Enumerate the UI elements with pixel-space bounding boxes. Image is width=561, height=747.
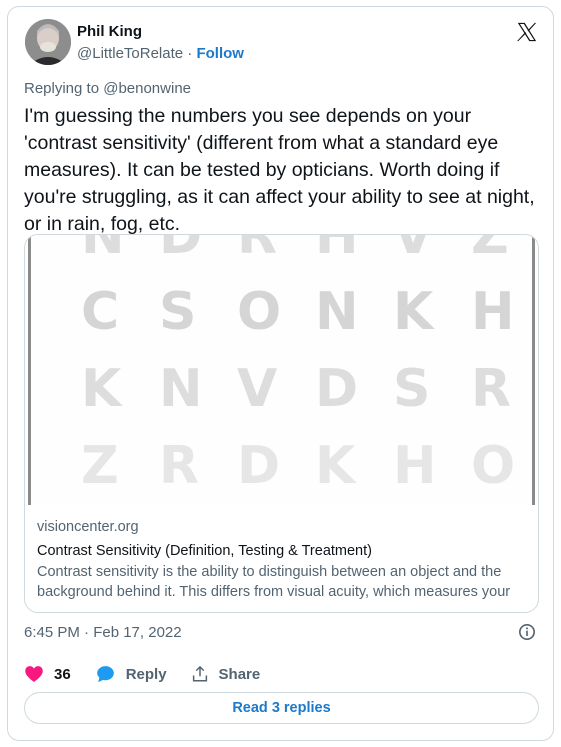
chart-letter: K: [81, 359, 123, 419]
share-button[interactable]: Share: [191, 665, 261, 683]
reply-label: Reply: [125, 665, 167, 683]
tweet-timestamp[interactable]: 6:45 PM · Feb 17, 2022: [24, 624, 182, 641]
share-label: Share: [218, 665, 261, 683]
like-count: 36: [54, 665, 71, 683]
chart-letter: C: [81, 282, 119, 342]
chart-letter: R: [159, 436, 199, 496]
chart-letter: R: [471, 359, 511, 419]
chart-letter: N: [315, 282, 359, 342]
author-handle[interactable]: @LittleToRelate: [77, 45, 183, 62]
contrast-chart-image: N D R H V ZC S O N K HK N V D S RZ R D K H O: [28, 235, 535, 505]
chart-letter: K: [315, 436, 357, 496]
chart-letter: R: [237, 235, 277, 266]
avatar[interactable]: [25, 19, 71, 65]
read-replies-button[interactable]: Read 3 replies: [24, 692, 539, 724]
chart-letter: D: [159, 235, 202, 266]
chart-letter: V: [237, 359, 277, 419]
chart-letter: N: [159, 359, 203, 419]
chart-letter: S: [159, 282, 196, 342]
chart-letter: N: [81, 235, 125, 266]
chart-letter: S: [393, 359, 430, 419]
x-logo-icon[interactable]: [516, 21, 538, 43]
author-name[interactable]: Phil King: [77, 23, 142, 40]
link-description: Contrast sensitivity is the ability to d…: [37, 564, 511, 600]
link-title: Contrast Sensitivity (Definition, Testin…: [37, 543, 372, 559]
info-icon[interactable]: [518, 623, 536, 641]
author-handle-line: @LittleToRelate · Follow: [77, 45, 244, 62]
chart-letter: O: [471, 436, 515, 496]
link-card-meta: visioncenter.org Contrast Sensitivity (D…: [37, 518, 532, 602]
follow-button[interactable]: Follow: [196, 45, 244, 62]
chart-letter: Z: [471, 235, 509, 266]
link-card[interactable]: NDRHVZCSONKHKNVDSRZRDKHO visioncenter.or…: [24, 234, 539, 613]
chart-letter: V: [393, 235, 433, 266]
reply-bubble-icon: [96, 666, 114, 683]
chart-letter: H: [471, 282, 515, 342]
share-icon: [192, 665, 207, 682]
chart-letter: K: [393, 282, 435, 342]
tweet-card: Phil King @LittleToRelate · Follow Reply…: [7, 6, 554, 741]
chart-letter: Z: [81, 436, 119, 496]
tweet-text: I'm guessing the numbers you see depends…: [24, 105, 535, 235]
chart-letter: D: [237, 436, 280, 496]
chart-letter: O: [237, 282, 281, 342]
link-domain: visioncenter.org: [37, 519, 139, 535]
heart-icon: [25, 666, 43, 682]
chart-letter: H: [315, 235, 359, 266]
chart-letter: D: [315, 359, 358, 419]
replying-to[interactable]: Replying to @benonwine: [24, 80, 191, 97]
reply-button[interactable]: Reply: [95, 664, 167, 684]
action-bar: 36 Reply Share: [24, 662, 284, 686]
chart-letter: H: [393, 436, 437, 496]
separator-dot: ·: [187, 45, 193, 62]
like-button[interactable]: 36: [24, 664, 71, 684]
link-card-image[interactable]: NDRHVZCSONKHKNVDSRZRDKHO: [25, 235, 538, 505]
